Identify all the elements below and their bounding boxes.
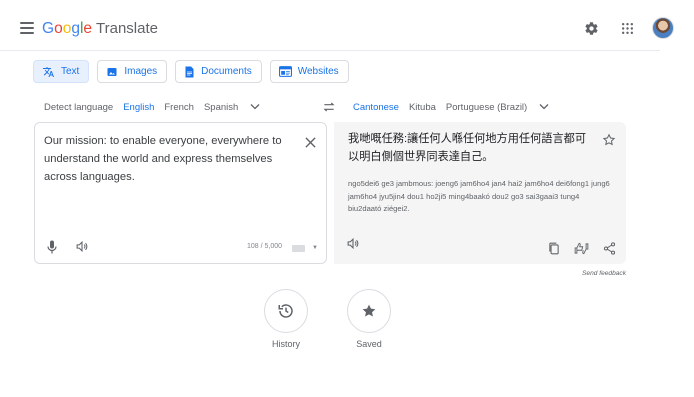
character-counter: 108 / 5,000 xyxy=(246,243,282,250)
logo-letter: g xyxy=(71,20,80,37)
source-lang-french[interactable]: French xyxy=(164,102,194,113)
translation-text: 我哋嘅任務:讓任何人喺任何地方用任何語言都可以明白側個世界同表達自己。 xyxy=(348,133,587,163)
tab-images[interactable]: Images xyxy=(97,60,168,83)
tab-documents[interactable]: Documents xyxy=(175,60,262,83)
website-icon xyxy=(278,66,292,77)
share-icon[interactable] xyxy=(603,242,616,255)
menu-icon[interactable] xyxy=(20,22,34,34)
logo-letter: e xyxy=(83,20,93,37)
source-lang-more-chevron-down-icon[interactable] xyxy=(250,102,260,113)
apps-icon[interactable] xyxy=(616,17,638,39)
product-name: Translate xyxy=(96,20,158,37)
source-lang-detect[interactable]: Detect language xyxy=(44,102,113,113)
history-circle[interactable] xyxy=(264,289,308,333)
translation-panel: 我哋嘅任務:讓任何人喺任何地方用任何語言都可以明白側個世界同表達自己。 ngo5… xyxy=(334,122,626,264)
saved-button[interactable]: Saved xyxy=(347,289,391,349)
history-label: History xyxy=(271,339,300,349)
save-translation-star-icon[interactable] xyxy=(602,133,616,152)
tab-documents-label: Documents xyxy=(201,66,252,77)
logo-letter: o xyxy=(54,20,63,37)
tab-text-label: Text xyxy=(61,66,80,77)
source-lang-spanish[interactable]: Spanish xyxy=(204,102,238,113)
settings-icon[interactable] xyxy=(580,17,602,39)
document-icon xyxy=(185,66,194,77)
target-language-bar: Cantonese Kituba Portuguese (Brazil) xyxy=(353,98,549,116)
tab-websites-label: Websites xyxy=(297,66,339,77)
logo-letter: G xyxy=(42,20,55,37)
target-lang-kituba[interactable]: Kituba xyxy=(409,102,436,113)
tab-text[interactable]: Text xyxy=(33,60,90,83)
translation-listen-speaker-icon[interactable] xyxy=(346,237,360,255)
star-icon xyxy=(362,304,376,317)
source-listen-speaker-icon[interactable] xyxy=(75,240,89,258)
history-icon xyxy=(278,304,293,318)
clear-text-close-icon[interactable] xyxy=(305,135,316,153)
keyboard-icon[interactable] xyxy=(292,245,305,252)
swap-languages-icon[interactable] xyxy=(322,100,336,118)
translate-icon xyxy=(43,66,54,77)
microphone-icon[interactable] xyxy=(47,240,57,259)
target-lang-more-chevron-down-icon[interactable] xyxy=(539,102,549,113)
source-lang-english[interactable]: English xyxy=(123,102,154,113)
history-button[interactable]: History xyxy=(264,289,308,349)
copy-icon[interactable] xyxy=(548,242,560,255)
target-lang-portuguese-brazil[interactable]: Portuguese (Brazil) xyxy=(446,102,527,113)
top-bar: Google Translate xyxy=(0,0,694,52)
google-translate-logo[interactable]: Google Translate xyxy=(42,20,158,38)
keyboard-chevron-down-icon[interactable]: ▼ xyxy=(312,245,318,251)
saved-label: Saved xyxy=(356,339,382,349)
target-lang-cantonese[interactable]: Cantonese xyxy=(353,102,399,113)
source-language-bar: Detect language English French Spanish xyxy=(44,98,260,116)
source-text-panel: Our mission: to enable everyone, everywh… xyxy=(34,122,327,264)
send-feedback-link[interactable]: Send feedback xyxy=(582,270,626,277)
mode-tabs: Text Images Documents Websites xyxy=(33,60,349,83)
saved-circle[interactable] xyxy=(347,289,391,333)
image-icon xyxy=(107,67,117,76)
tab-websites[interactable]: Websites xyxy=(269,60,349,83)
source-footer: 108 / 5,000 ▼ xyxy=(35,233,326,263)
header-divider xyxy=(0,50,660,51)
rate-translation-thumbs-icon[interactable] xyxy=(574,242,589,255)
tab-images-label: Images xyxy=(124,66,158,77)
romanization-text: ngo5dei6 ge3 jambmous: joeng6 jam6ho4 ja… xyxy=(348,179,610,213)
source-text-input[interactable]: Our mission: to enable everyone, everywh… xyxy=(44,132,294,186)
avatar[interactable] xyxy=(652,17,674,39)
